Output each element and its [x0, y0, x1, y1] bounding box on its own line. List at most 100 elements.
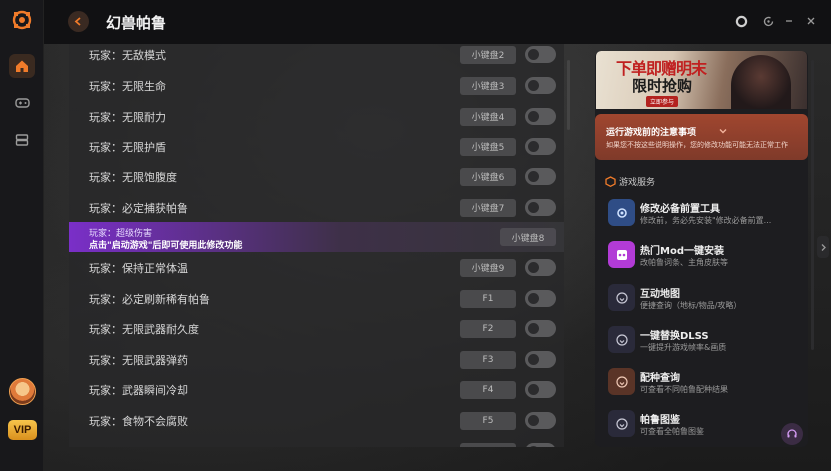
support-button[interactable] [781, 423, 803, 445]
tool-icon [608, 199, 635, 226]
side-panel: 下单即赠明末 限时抢购 立即参与 运行游戏前的注意事项 如果您不按这些说明操作，… [595, 51, 808, 447]
banner-tag: 立即参与 [646, 96, 679, 107]
hotkey-button[interactable]: 小键盘8 [500, 228, 556, 246]
map-icon [608, 284, 635, 311]
cheat-list[interactable]: 玩家：无敌模式 小键盘2 玩家：无限生命 小键盘3 玩家：无限耐力 小键盘4 玩… [69, 44, 564, 447]
cheat-name: 玩家：必定捕获帕鲁 [89, 201, 188, 215]
chevron-down-icon [719, 129, 727, 134]
cheat-row: 玩家：保持正常体温 小键盘9 [69, 252, 564, 283]
list-scrollbar[interactable] [567, 60, 570, 130]
cheat-toggle[interactable] [525, 138, 556, 155]
service-item[interactable]: 互动地图 便捷查询（地标/物品/攻略） [595, 279, 808, 321]
cheat-row: 玩家：无限耐力 小键盘4 [69, 101, 564, 132]
service-desc: 可查看不同帕鲁配种结果 [640, 385, 728, 394]
cheat-row: 玩家：无限护盾 小键盘5 [69, 131, 564, 162]
logo-icon[interactable] [11, 9, 33, 31]
hotkey-button[interactable]: F1 [460, 289, 516, 308]
home-icon [16, 60, 28, 72]
gamepad-icon [14, 98, 30, 108]
service-desc: 可查看全帕鲁图鉴 [640, 427, 704, 436]
service-item[interactable]: 帕鲁图鉴 可查看全帕鲁图鉴 [595, 405, 808, 447]
banner-subline: 限时抢购 [632, 77, 693, 95]
service-item[interactable]: 配种查询 可查看不同帕鲁配种结果 [595, 363, 808, 405]
service-title: 一键替换DLSS [640, 331, 709, 342]
chevron-right-icon [821, 243, 826, 251]
hotkey-button[interactable]: F4 [460, 380, 516, 399]
service-desc: 一键提升游戏帧率&画质 [640, 343, 727, 352]
hotkey-button[interactable]: 小键盘7 [460, 198, 516, 217]
hotkey-button[interactable]: 小键盘2 [460, 45, 516, 64]
service-title: 热门Mod一键安装 [640, 246, 724, 257]
notice-card[interactable]: 运行游戏前的注意事项 如果您不按这些说明操作，您的修改功能可能无法正常工作 [595, 114, 808, 160]
hotkey-button[interactable]: 小键盘5 [460, 137, 516, 156]
cheat-row: 玩家：无限生命 小键盘3 [69, 70, 564, 101]
service-title: 修改必备前置工具 [640, 204, 720, 215]
cheat-row: 玩家：食物不会腐败 F5 [69, 405, 564, 436]
cheat-toggle[interactable] [525, 77, 556, 94]
close-icon [807, 17, 815, 25]
hotkey-button[interactable]: F3 [460, 350, 516, 369]
promo-banner[interactable]: 下单即赠明末 限时抢购 立即参与 [596, 51, 807, 109]
cheat-toggle[interactable] [525, 381, 556, 398]
service-title: 互动地图 [640, 289, 680, 300]
cheat-name: 玩家：无限护盾 [89, 140, 166, 154]
cheat-row: 玩家：必定刷新稀有帕鲁 F1 [69, 283, 564, 314]
close-button[interactable] [803, 13, 819, 29]
minimize-button[interactable] [781, 13, 797, 29]
cheat-name: 玩家：无敌模式 [89, 48, 166, 62]
side-scrollbar[interactable] [811, 60, 814, 350]
box-icon [15, 134, 29, 146]
hotkey-button[interactable]: F5 [460, 411, 516, 430]
page-title: 幻兽帕鲁 [106, 14, 167, 32]
hotkey-button[interactable]: 小键盘4 [460, 107, 516, 126]
cheat-toggle[interactable] [525, 290, 556, 307]
cheat-toggle[interactable] [525, 351, 556, 368]
notice-desc: 如果您不按这些说明操作，您的修改功能可能无法正常工作 [606, 141, 788, 149]
cheat-name: 玩家：无限武器耐久度 [89, 322, 199, 336]
cheat-toggle[interactable] [525, 443, 556, 447]
cheat-row: 玩家：无限武器弹药 F3 [69, 344, 564, 375]
expand-panel-button[interactable] [817, 236, 829, 258]
cheat-toggle[interactable] [525, 259, 556, 276]
service-item[interactable]: 一键替换DLSS 一键提升游戏帧率&画质 [595, 321, 808, 363]
minimize-icon [786, 20, 792, 22]
service-title: 配种查询 [640, 373, 680, 384]
settings-button[interactable] [733, 13, 749, 29]
vip-badge[interactable]: VIP [8, 420, 37, 440]
cheat-row-locked: 玩家：超级伤害 点击"启动游戏"后即可使用此修改功能 小键盘8 [69, 222, 564, 252]
cheat-row: 玩家：无敌模式 小键盘2 [69, 44, 564, 70]
service-item[interactable]: 热门Mod一键安装 改帕鲁词条、主角皮肤等 [595, 236, 808, 278]
hotkey-button[interactable] [460, 442, 516, 447]
hotkey-button[interactable]: 小键盘3 [460, 76, 516, 95]
refresh-icon [763, 16, 773, 26]
games-nav-button[interactable] [9, 90, 35, 114]
hotkey-button[interactable]: F2 [460, 319, 516, 338]
cheat-toggle[interactable] [525, 46, 556, 63]
avatar[interactable] [9, 378, 36, 405]
cheat-toggle[interactable] [525, 320, 556, 337]
cheat-row: 玩家：无限饱腹度 小键盘6 [69, 161, 564, 192]
mod-icon [608, 241, 635, 268]
cheat-row [69, 436, 564, 447]
cheat-toggle[interactable] [525, 199, 556, 216]
home-nav-button[interactable] [9, 54, 35, 78]
back-button[interactable] [68, 11, 89, 32]
cheat-row: 玩家：武器瞬间冷却 F4 [69, 374, 564, 405]
header: 幻兽帕鲁 [44, 0, 831, 44]
hotkey-button[interactable]: 小键盘9 [460, 258, 516, 277]
notice-title: 运行游戏前的注意事项 [606, 128, 697, 138]
services-heading: 游戏服务 [605, 175, 655, 188]
cheat-name: 玩家：无限饱腹度 [89, 170, 177, 184]
storage-nav-button[interactable] [9, 128, 35, 152]
cheat-row: 玩家：必定捕获帕鲁 小键盘7 [69, 192, 564, 223]
service-item[interactable]: 修改必备前置工具 修改前，务必先安装"修改必备前置... [595, 194, 808, 236]
cheat-toggle[interactable] [525, 108, 556, 125]
service-title: 帕鲁图鉴 [640, 415, 680, 426]
hotkey-button[interactable]: 小键盘6 [460, 167, 516, 186]
cheat-toggle[interactable] [525, 168, 556, 185]
service-desc: 便捷查询（地标/物品/攻略） [640, 301, 742, 310]
cheat-toggle[interactable] [525, 412, 556, 429]
cube-icon [605, 176, 616, 187]
launch-warning: 点击"启动游戏"后即可使用此修改功能 [89, 241, 243, 251]
refresh-button[interactable] [760, 13, 776, 29]
